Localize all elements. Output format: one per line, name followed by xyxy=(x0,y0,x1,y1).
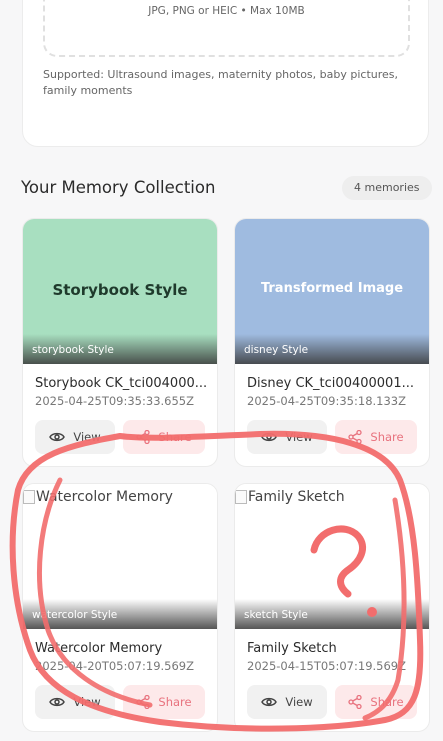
memory-card[interactable]: Family Sketch sketch Style Family Sketch… xyxy=(234,483,430,732)
memory-date: 2025-04-25T09:35:33.655Z xyxy=(35,394,194,408)
eye-icon xyxy=(49,432,66,442)
upload-format-hint: JPG, PNG or HEIC • Max 10MB xyxy=(148,5,305,17)
memory-count-badge: 4 memories xyxy=(342,176,432,200)
memory-title: Family Sketch xyxy=(247,641,337,656)
style-label: watercolor Style xyxy=(32,609,118,621)
view-button[interactable]: View xyxy=(247,420,327,454)
memory-title: Watercolor Memory xyxy=(35,641,163,656)
share-icon xyxy=(136,430,151,444)
style-strip: storybook Style xyxy=(23,334,217,364)
memory-image[interactable]: Storybook Style storybook Style xyxy=(23,219,217,364)
image-caption: Transformed Image xyxy=(260,281,404,296)
collection-title: Your Memory Collection xyxy=(21,178,216,197)
share-label: Share xyxy=(158,430,192,444)
broken-image: Watercolor Memory xyxy=(23,489,173,505)
style-strip: disney Style xyxy=(235,334,429,364)
share-button[interactable]: Share xyxy=(335,685,417,719)
upload-dropzone[interactable]: JPG, PNG or HEIC • Max 10MB xyxy=(43,0,410,57)
style-label: disney Style xyxy=(244,344,309,356)
memory-image[interactable]: Watercolor Memory watercolor Style xyxy=(23,484,217,629)
memory-card[interactable]: Storybook Style storybook Style Storyboo… xyxy=(22,218,218,467)
broken-image: Family Sketch xyxy=(235,489,345,505)
memory-date: 2025-04-15T05:07:19.569Z xyxy=(247,659,406,673)
share-icon xyxy=(136,695,151,709)
style-strip: watercolor Style xyxy=(23,599,217,629)
share-label: Share xyxy=(370,695,404,709)
memory-card[interactable]: Watercolor Memory watercolor Style Water… xyxy=(22,483,218,732)
memory-date: 2025-04-20T05:07:19.569Z xyxy=(35,659,194,673)
image-alt-text: Family Sketch xyxy=(248,489,345,505)
view-label: View xyxy=(73,430,101,444)
view-button[interactable]: View xyxy=(247,685,327,719)
style-strip: sketch Style xyxy=(235,599,429,629)
memory-title: Disney CK_tci00400001... xyxy=(247,376,414,391)
view-label: View xyxy=(285,430,313,444)
memory-card[interactable]: Transformed Image disney Style Disney CK… xyxy=(234,218,430,467)
share-label: Share xyxy=(158,695,192,709)
view-button[interactable]: View xyxy=(35,420,115,454)
upload-card: JPG, PNG or HEIC • Max 10MB Supported: U… xyxy=(22,0,429,147)
view-label: View xyxy=(285,695,313,709)
supported-types-text: Supported: Ultrasound images, maternity … xyxy=(43,68,399,97)
share-icon xyxy=(348,430,363,444)
image-alt-text: Watercolor Memory xyxy=(36,489,173,505)
share-button[interactable]: Share xyxy=(335,420,417,454)
style-label: storybook Style xyxy=(32,344,114,356)
broken-image-icon xyxy=(235,490,247,504)
image-caption: Storybook Style xyxy=(52,281,188,299)
memory-image[interactable]: Family Sketch sketch Style xyxy=(235,484,429,629)
view-label: View xyxy=(73,695,101,709)
eye-icon xyxy=(49,697,66,707)
eye-icon xyxy=(261,432,278,442)
broken-image-icon xyxy=(23,490,35,504)
share-button[interactable]: Share xyxy=(123,685,205,719)
style-label: sketch Style xyxy=(244,609,308,621)
memory-image[interactable]: Transformed Image disney Style xyxy=(235,219,429,364)
share-label: Share xyxy=(370,430,404,444)
memory-title: Storybook CK_tci004000... xyxy=(35,376,208,391)
view-button[interactable]: View xyxy=(35,685,115,719)
share-icon xyxy=(348,695,363,709)
memory-date: 2025-04-25T09:35:18.133Z xyxy=(247,394,406,408)
eye-icon xyxy=(261,697,278,707)
share-button[interactable]: Share xyxy=(123,420,205,454)
